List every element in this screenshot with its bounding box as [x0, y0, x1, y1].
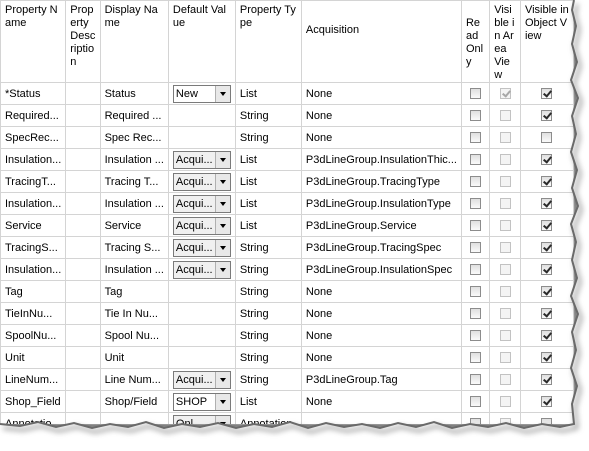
torn-edge-decoration	[0, 0, 589, 451]
